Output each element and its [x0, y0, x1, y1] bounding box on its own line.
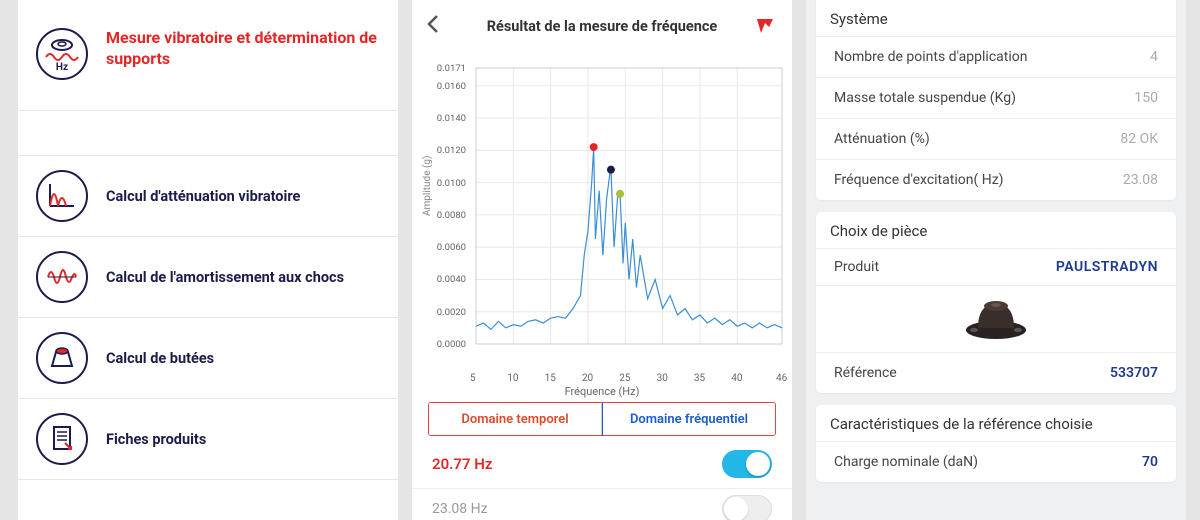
x-tick: 40 — [731, 373, 742, 384]
stops-icon — [36, 332, 88, 384]
attenuation-icon — [36, 170, 88, 222]
menu-item-vibration-measure[interactable]: Hz Mesure vibratoire et détermination de… — [18, 22, 398, 111]
tab-frequency-domain[interactable]: Domaine fréquentiel — [602, 403, 775, 435]
x-tick: 15 — [545, 373, 556, 384]
freq-row-1: 20.77 Hz — [412, 436, 792, 489]
menu-item-stops-calc[interactable]: Calcul de butées — [18, 318, 398, 399]
system-title: Système — [816, 10, 1176, 36]
detail-pane: Système Nombre de points d'application 4 M… — [806, 0, 1186, 520]
tab-time-domain[interactable]: Domaine temporel — [429, 403, 602, 435]
system-row[interactable]: Fréquence d'excitation( Hz) 23.08 — [816, 159, 1176, 200]
result-header: Résultat de la mesure de fréquence — [412, 0, 792, 52]
y-tick: 0.0120 — [430, 145, 466, 156]
reference-row[interactable]: Référence 533707 — [816, 352, 1176, 393]
chart-x-axis-label: Fréquence (Hz) — [428, 385, 776, 398]
domain-toggle: Domaine temporel Domaine fréquentiel — [428, 402, 776, 436]
reference-label: Référence — [834, 365, 897, 381]
y-tick: 0.0060 — [430, 242, 466, 253]
menu-spacer — [18, 111, 398, 156]
brand-logo-icon — [754, 15, 776, 41]
char-value: 70 — [1142, 454, 1158, 470]
system-row[interactable]: Nombre de points d'application 4 — [816, 36, 1176, 77]
page-title: Résultat de la mesure de fréquence — [487, 18, 718, 35]
system-row[interactable]: Atténuation (%) 82 OK — [816, 118, 1176, 159]
y-tick: 0.0160 — [430, 81, 466, 92]
system-card: Système Nombre de points d'application 4 M… — [816, 0, 1176, 200]
y-tick: 0.0020 — [430, 307, 466, 318]
char-label: Charge nominale (daN) — [834, 454, 978, 470]
x-tick: 25 — [619, 373, 630, 384]
piece-title: Choix de pièce — [816, 222, 1176, 248]
peak-frequency-2: 23.08 Hz — [432, 501, 488, 517]
menu-item-shock-damping[interactable]: Calcul de l'amortissement aux chocs — [18, 237, 398, 318]
system-row[interactable]: Masse totale suspendue (Kg) 150 — [816, 77, 1176, 118]
product-image-row — [816, 285, 1176, 352]
menu-item-attenuation[interactable]: Calcul d'atténuation vibratoire — [18, 156, 398, 237]
characteristics-card: Caractéristiques de la référence choisie… — [816, 405, 1176, 482]
freq-1-toggle[interactable] — [722, 450, 772, 478]
menu-item-product-sheets[interactable]: Fiches produits — [18, 399, 398, 480]
x-tick: 35 — [694, 373, 705, 384]
y-tick: 0.0080 — [430, 210, 466, 221]
x-tick: 10 — [507, 373, 518, 384]
piece-card: Choix de pièce Produit PAULSTRADYN Référ… — [816, 212, 1176, 393]
freq-row-2: 23.08 Hz — [412, 489, 792, 520]
menu-label: Mesure vibratoire et détermination de su… — [106, 28, 380, 70]
menu-pane: Hz Mesure vibratoire et détermination de… — [18, 0, 398, 520]
x-tick: 46 — [776, 373, 787, 384]
freq-2-toggle[interactable] — [722, 495, 772, 520]
y-tick: 0.0171 — [430, 63, 466, 74]
menu-label: Calcul de butées — [106, 350, 214, 367]
menu-label: Calcul de l'amortissement aux chocs — [106, 269, 344, 286]
svg-text:Hz: Hz — [56, 62, 68, 73]
y-tick: 0.0000 — [430, 339, 466, 350]
characteristics-title: Caractéristiques de la référence choisie — [816, 415, 1176, 441]
chart-canvas — [458, 62, 788, 372]
vibration-icon: Hz — [36, 28, 88, 80]
system-label: Atténuation (%) — [834, 131, 930, 147]
y-tick: 0.0100 — [430, 178, 466, 189]
peak-frequency-1: 20.77 Hz — [432, 455, 492, 473]
product-label: Produit — [834, 259, 879, 275]
reference-value: 533707 — [1110, 365, 1158, 381]
x-tick: 5 — [470, 373, 476, 384]
product-image-icon — [956, 292, 1036, 342]
y-tick: 0.0040 — [430, 274, 466, 285]
frequency-chart: Amplitude (g) 0.00000.00200.00400.00600.… — [428, 56, 776, 396]
document-icon — [36, 413, 88, 465]
menu-label: Calcul d'atténuation vibratoire — [106, 188, 300, 205]
product-name: PAULSTRADYN — [1056, 259, 1158, 275]
system-value: 82 OK — [1120, 131, 1158, 147]
product-row[interactable]: Produit PAULSTRADYN — [816, 248, 1176, 285]
shock-icon — [36, 251, 88, 303]
system-label: Nombre de points d'application — [834, 49, 1027, 65]
y-tick: 0.0140 — [430, 113, 466, 124]
x-tick: 30 — [657, 373, 668, 384]
system-value: 23.08 — [1123, 172, 1158, 188]
result-pane: Résultat de la mesure de fréquence Ampli… — [412, 0, 792, 520]
char-row[interactable]: Charge nominale (daN) 70 — [816, 441, 1176, 482]
system-value: 4 — [1150, 49, 1158, 65]
menu-label: Fiches produits — [106, 431, 206, 448]
system-value: 150 — [1134, 90, 1158, 106]
system-label: Masse totale suspendue (Kg) — [834, 90, 1016, 106]
back-button[interactable] — [426, 14, 440, 40]
x-tick: 20 — [582, 373, 593, 384]
system-label: Fréquence d'excitation( Hz) — [834, 172, 1004, 188]
